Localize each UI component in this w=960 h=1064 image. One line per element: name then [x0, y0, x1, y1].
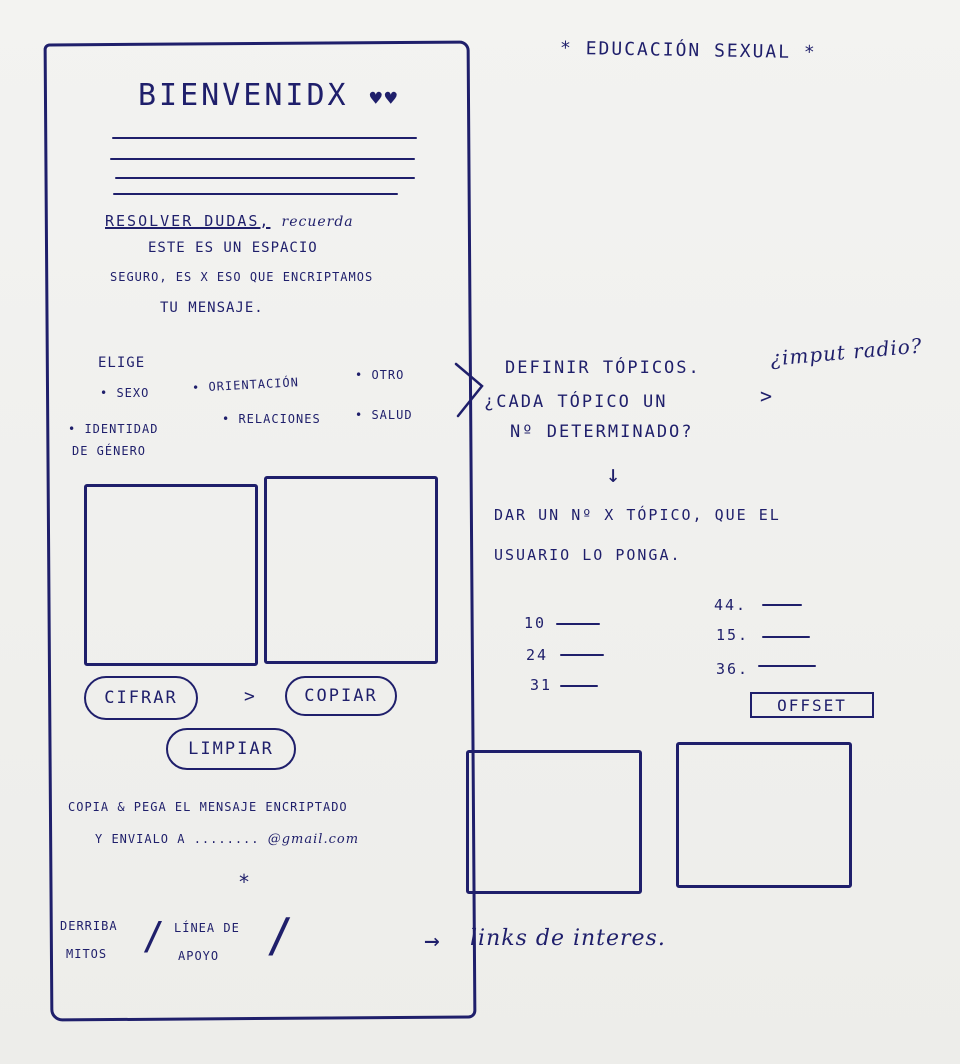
number-input-line[interactable] — [560, 685, 598, 687]
clear-button[interactable]: LIMPIAR — [166, 728, 296, 770]
sketch-title: * EDUCACIÓN SEXUAL * — [559, 37, 817, 64]
welcome-text: BIENVENIDX — [138, 78, 349, 113]
encrypted-output-area[interactable] — [264, 476, 438, 664]
link-linea-apoyo[interactable]: LÍNEA DE APOYO — [174, 914, 240, 970]
choose-label: ELIGE — [98, 355, 146, 371]
footer-separator: / — [142, 914, 167, 958]
offset-number-2: 24 — [526, 646, 549, 664]
link-apoyo-l1: LÍNEA DE — [174, 921, 240, 935]
placeholder-line — [110, 158, 415, 160]
topic-otro[interactable]: • OTRO — [355, 368, 404, 382]
topic-identidad[interactable]: • IDENTIDAD — [68, 422, 158, 436]
placeholder-line — [112, 137, 417, 139]
link-derriba-mitos[interactable]: DERRIBA MITOS — [60, 912, 118, 968]
offset-number-4: 44. — [714, 596, 748, 614]
intro-line-3: SEGURO, ES X ESO QUE ENCRIPTAMOS — [110, 270, 374, 284]
welcome-title: BIENVENIDX ♥♥ — [138, 78, 400, 113]
placeholder-line — [115, 177, 415, 179]
copy-button[interactable]: COPIAR — [285, 676, 397, 716]
note-each-topic: ¿CADA TÓPICO UN — [484, 392, 668, 412]
offset-number-6: 36. — [716, 660, 750, 678]
down-arrow-icon: ↓ — [606, 460, 623, 488]
note-links-interest: links de interes. — [470, 926, 666, 951]
number-input-line[interactable] — [560, 654, 604, 656]
topic-genero: DE GÉNERO — [72, 444, 147, 458]
number-input-line[interactable] — [758, 665, 816, 667]
intro-script: recuerda — [281, 214, 354, 230]
number-input-line[interactable] — [762, 604, 802, 606]
instructions-send: Y ENVIALO A ........ — [95, 832, 260, 846]
offset-number-3: 31 — [530, 676, 553, 694]
note-arrow-icon: > — [760, 384, 775, 408]
footer-separator-2: / — [266, 908, 296, 962]
sketch-box-left — [466, 750, 642, 894]
topic-salud[interactable]: • SALUD — [355, 408, 413, 422]
star-icon: * — [238, 870, 253, 894]
instructions-line-1: COPIA & PEGA EL MENSAJE ENCRIPTADO — [68, 800, 348, 814]
intro-bold: RESOLVER DUDAS, — [105, 212, 271, 230]
offset-button[interactable]: OFFSET — [750, 692, 874, 718]
link-derriba-l2: MITOS — [66, 947, 108, 961]
link-derriba-l1: DERRIBA — [60, 919, 118, 933]
arrow-right-icon: > — [244, 686, 257, 707]
offset-number-1: 10 — [524, 614, 547, 632]
email-domain: @gmail.com — [267, 832, 360, 847]
topic-sexo[interactable]: • SEXO — [100, 386, 149, 400]
message-input-area[interactable] — [84, 484, 258, 666]
sketch-box-right — [676, 742, 852, 888]
note-each-topic-2: Nº DETERMINADO? — [510, 422, 694, 442]
intro-line-1: RESOLVER DUDAS, recuerda — [105, 212, 354, 230]
note-input-radio: ¿imput radio? — [769, 333, 924, 371]
placeholder-line — [113, 193, 398, 195]
number-input-line[interactable] — [556, 623, 600, 625]
links-arrow-icon: → — [424, 926, 442, 956]
note-give-number: DAR UN Nº X TÓPICO, QUE EL — [494, 506, 781, 524]
topic-relaciones[interactable]: • RELACIONES — [222, 412, 321, 426]
intro-line-4: TU MENSAJE. — [160, 300, 264, 316]
instructions-line-2: Y ENVIALO A ........ @gmail.com — [95, 832, 359, 847]
note-user-sets: USUARIO LO PONGA. — [494, 546, 682, 564]
note-define-topics: DEFINIR TÓPICOS. — [505, 358, 701, 378]
hearts-icon: ♥♥ — [369, 86, 400, 110]
offset-number-5: 15. — [716, 626, 750, 644]
encrypt-button[interactable]: CIFRAR — [84, 676, 198, 720]
number-input-line[interactable] — [762, 636, 810, 638]
intro-line-2: ESTE ES UN ESPACIO — [148, 240, 318, 256]
link-apoyo-l2: APOYO — [178, 949, 220, 963]
